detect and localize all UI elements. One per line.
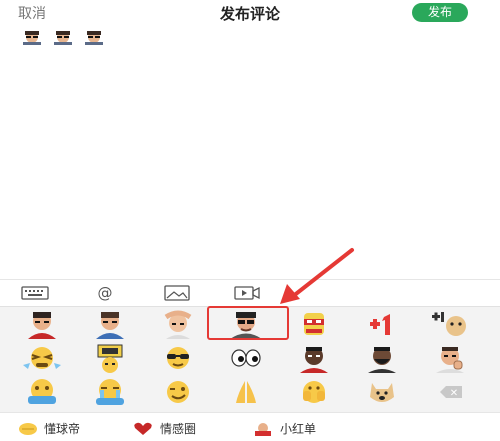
inserted-sticker [18, 29, 46, 45]
sticker-crying-face[interactable] [86, 377, 134, 407]
inserted-sticker [49, 29, 77, 45]
sticker-man-blue-shirt[interactable] [86, 309, 134, 339]
comment-input[interactable] [18, 29, 108, 47]
delete-key[interactable]: ✕ [426, 377, 474, 407]
sticker-plus-one[interactable] [358, 309, 406, 339]
sticker-plus-one-dog[interactable] [426, 309, 474, 339]
pack-label: 情感圈 [160, 422, 197, 436]
pack-item[interactable]: 懂球帝 [18, 420, 80, 437]
image-icon[interactable] [162, 283, 192, 303]
sticker-man-thinking[interactable] [426, 343, 474, 373]
sticker-sunglasses-face[interactable] [154, 343, 202, 373]
video-icon[interactable] [232, 283, 262, 303]
pack-label: 小红单 [280, 422, 317, 436]
delete-icon: ✕ [450, 388, 458, 399]
mention-icon[interactable]: @ [90, 283, 120, 303]
input-toolbar: @ [0, 279, 500, 307]
red-card-icon [255, 422, 271, 436]
sticker-player-dark[interactable] [290, 343, 338, 373]
sticker-wink-face[interactable] [154, 377, 202, 407]
sticker-pray-hands[interactable] [222, 377, 270, 407]
sticker-pack-bar: 懂球帝 情感圈 小红单 [0, 412, 500, 441]
sticker-rich-face[interactable] [18, 343, 66, 373]
sticker-sign-face[interactable] [86, 343, 134, 373]
sticker-doge[interactable] [358, 377, 406, 407]
keyboard-icon[interactable] [20, 283, 50, 303]
top-bar: 取消 发布评论 发布 [0, 0, 500, 26]
selection-highlight [207, 306, 289, 340]
pack-item[interactable]: 情感圈 [132, 420, 196, 437]
heart-icon [134, 422, 152, 435]
pack-label: 懂球帝 [44, 422, 81, 436]
sticker-man-red-shirt[interactable] [18, 309, 66, 339]
pack-item[interactable]: 小红单 [252, 420, 316, 437]
publish-button[interactable]: 发布 [412, 3, 468, 22]
sticker-covering-face[interactable] [290, 377, 338, 407]
ball-icon [19, 422, 37, 435]
sticker-player-beard[interactable] [358, 343, 406, 373]
inserted-sticker [80, 29, 108, 45]
sticker-man-headache[interactable] [154, 309, 202, 339]
sticker-ninja[interactable] [290, 309, 338, 339]
sticker-nhvl-face[interactable] [18, 377, 66, 407]
sticker-eyes[interactable] [222, 343, 270, 373]
